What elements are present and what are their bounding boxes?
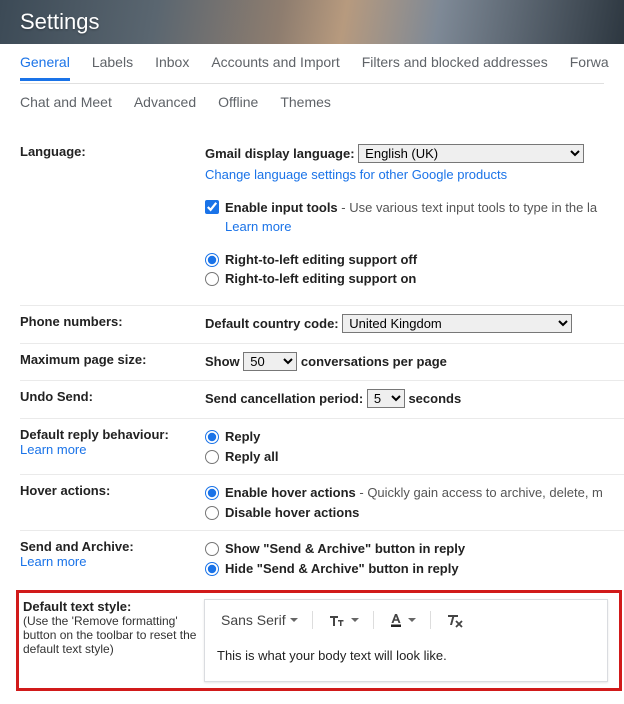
hover-disable-label: Disable hover actions: [225, 503, 359, 523]
font-size-dropdown[interactable]: [321, 610, 365, 630]
settings-banner: Settings: [0, 0, 624, 44]
label-undo-send: Undo Send:: [20, 389, 205, 404]
tab-chat-meet[interactable]: Chat and Meet: [20, 94, 112, 118]
label-send-archive: Send and Archive:: [20, 539, 205, 554]
caret-icon: [290, 618, 298, 622]
label-hover-actions: Hover actions:: [20, 483, 205, 498]
label-language: Language:: [20, 144, 205, 159]
reply-learn-more[interactable]: Learn more: [20, 442, 205, 457]
hover-enable-label: Enable hover actions: [225, 485, 356, 500]
text-color-icon: [388, 612, 404, 628]
show-send-archive-label: Show "Send & Archive" button in reply: [225, 539, 465, 559]
remove-formatting-button[interactable]: [439, 610, 469, 630]
row-language: Language: Gmail display language: Englis…: [20, 136, 624, 305]
label-max-page-size: Maximum page size:: [20, 352, 205, 367]
label-default-reply: Default reply behaviour:: [20, 427, 205, 442]
reply-all-radio[interactable]: [205, 450, 219, 464]
tab-filters-blocked[interactable]: Filters and blocked addresses: [362, 54, 548, 78]
label-phone-numbers: Phone numbers:: [20, 314, 205, 329]
enable-input-tools-checkbox[interactable]: [205, 200, 219, 214]
row-default-text-style: Default text style: (Use the 'Remove for…: [16, 590, 622, 691]
rtl-on-label: Right-to-left editing support on: [225, 269, 416, 289]
settings-content: Language: Gmail display language: Englis…: [0, 124, 624, 586]
toolbar-separator: [373, 611, 374, 629]
enable-input-tools-desc: - Use various text input tools to type i…: [338, 200, 597, 215]
hover-enable-desc: - Quickly gain access to archive, delete…: [356, 485, 603, 500]
display-language-label: Gmail display language:: [205, 146, 355, 161]
default-country-code-select[interactable]: United Kingdom: [342, 314, 572, 333]
toolbar-separator: [312, 611, 313, 629]
undo-prefix: Send cancellation period:: [205, 391, 363, 406]
page-title: Settings: [20, 9, 100, 35]
tab-accounts-import[interactable]: Accounts and Import: [211, 54, 339, 78]
text-style-editor: Sans Serif: [204, 599, 608, 682]
text-color-dropdown[interactable]: [382, 610, 422, 630]
caret-icon: [351, 618, 359, 622]
input-tools-learn-more[interactable]: Learn more: [205, 217, 624, 238]
display-language-select[interactable]: English (UK): [358, 144, 584, 163]
remove-formatting-icon: [445, 612, 463, 628]
caret-icon: [408, 618, 416, 622]
rtl-off-radio[interactable]: [205, 253, 219, 267]
rtl-on-radio[interactable]: [205, 272, 219, 286]
row-send-archive: Send and Archive: Learn more Show "Send …: [20, 530, 624, 586]
hide-send-archive-radio[interactable]: [205, 562, 219, 576]
tab-offline[interactable]: Offline: [218, 94, 258, 118]
tab-inbox[interactable]: Inbox: [155, 54, 189, 78]
pagesize-show: Show: [205, 354, 240, 369]
page-size-select[interactable]: 50: [243, 352, 297, 371]
hide-send-archive-label: Hide "Send & Archive" button in reply: [225, 559, 459, 579]
reply-label: Reply: [225, 427, 260, 447]
row-hover-actions: Hover actions: Enable hover actions - Qu…: [20, 474, 624, 530]
reply-radio[interactable]: [205, 430, 219, 444]
row-default-reply: Default reply behaviour: Learn more Repl…: [20, 418, 624, 474]
undo-period-select[interactable]: 5: [367, 389, 405, 408]
label-default-text-style: Default text style:: [23, 599, 200, 614]
enable-input-tools-label: Enable input tools: [225, 200, 338, 215]
tab-advanced[interactable]: Advanced: [134, 94, 196, 118]
row-phone-numbers: Phone numbers: Default country code: Uni…: [20, 305, 624, 343]
row-undo-send: Undo Send: Send cancellation period: 5 s…: [20, 380, 624, 418]
default-text-style-sub: (Use the 'Remove formatting' button on t…: [23, 614, 200, 656]
row-max-page-size: Maximum page size: Show 50 conversations…: [20, 343, 624, 381]
settings-tabs: General Labels Inbox Accounts and Import…: [0, 44, 624, 124]
font-family-name: Sans Serif: [221, 609, 286, 631]
change-language-link[interactable]: Change language settings for other Googl…: [205, 165, 624, 186]
hover-enable-radio[interactable]: [205, 486, 219, 500]
font-family-dropdown[interactable]: Sans Serif: [215, 607, 304, 633]
font-size-icon: [327, 612, 347, 628]
undo-suffix: seconds: [408, 391, 461, 406]
formatting-toolbar: Sans Serif: [215, 606, 597, 634]
pagesize-suffix: conversations per page: [301, 354, 447, 369]
toolbar-separator: [430, 611, 431, 629]
tabs-row-1: General Labels Inbox Accounts and Import…: [20, 54, 604, 84]
hover-disable-radio[interactable]: [205, 506, 219, 520]
tab-labels[interactable]: Labels: [92, 54, 133, 78]
show-send-archive-radio[interactable]: [205, 542, 219, 556]
reply-all-label: Reply all: [225, 447, 278, 467]
tab-forwarding[interactable]: Forwa: [570, 54, 609, 78]
rtl-off-label: Right-to-left editing support off: [225, 250, 417, 270]
tabs-row-2: Chat and Meet Advanced Offline Themes: [20, 94, 604, 124]
send-archive-learn-more[interactable]: Learn more: [20, 554, 205, 569]
tab-themes[interactable]: Themes: [280, 94, 331, 118]
default-country-code-label: Default country code:: [205, 316, 339, 331]
body-text-sample: This is what your body text will look li…: [215, 634, 597, 669]
tab-general[interactable]: General: [20, 54, 70, 81]
